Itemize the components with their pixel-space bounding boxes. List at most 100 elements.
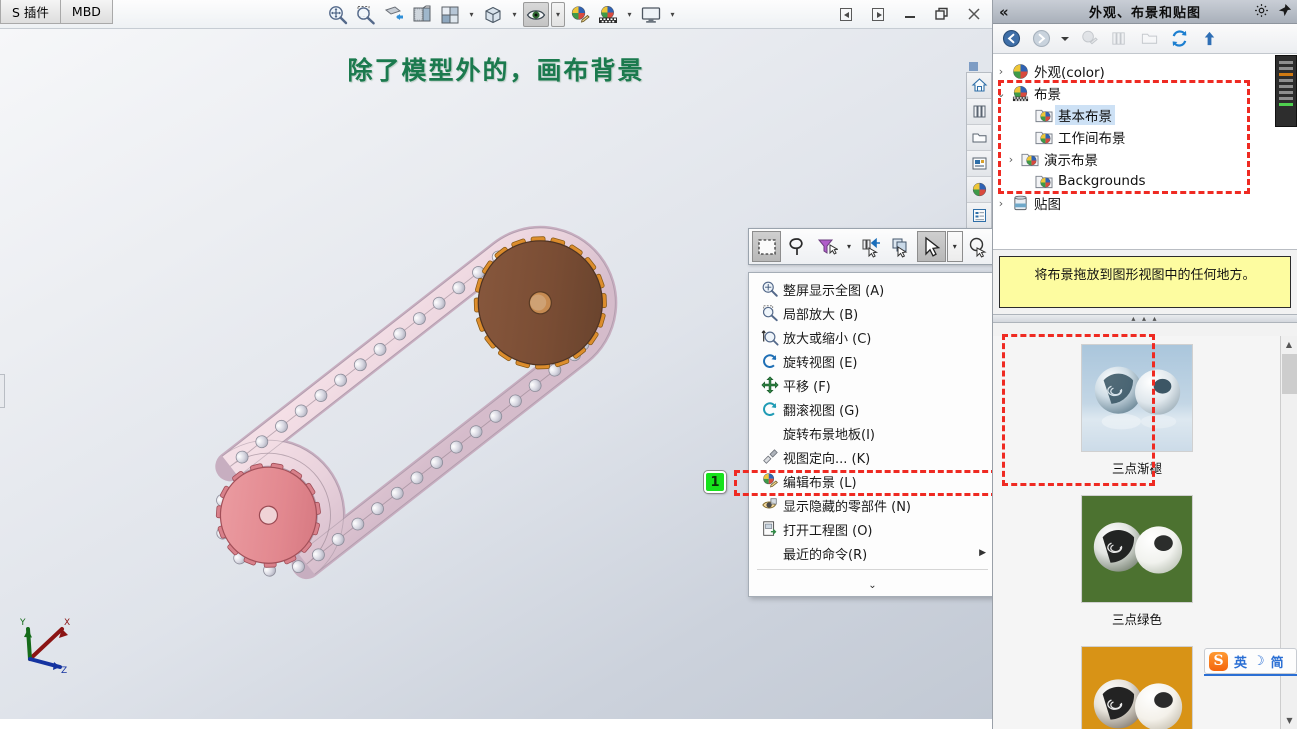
select-arrow-icon[interactable] <box>916 231 946 262</box>
folder-scene-icon <box>1033 129 1055 146</box>
hide-show-items-icon[interactable] <box>523 2 549 27</box>
display-style-dropdown-icon[interactable]: ▾ <box>465 2 478 27</box>
appearances-scenes-icon[interactable] <box>967 177 991 203</box>
folder-scene-icon <box>1033 107 1055 124</box>
edit-appearance-icon[interactable] <box>567 2 593 27</box>
box-selection-icon[interactable] <box>752 231 782 262</box>
ime-toolbar[interactable]: S 英 ☽ 简 <box>1204 648 1297 674</box>
tree-item-label: 演示布景 <box>1044 153 1098 169</box>
library-icon[interactable] <box>1107 27 1131 51</box>
file-explorer-icon[interactable] <box>967 125 991 151</box>
show-hidden-parts-icon <box>757 494 783 516</box>
tree-item-presentation-scenes[interactable]: › 演示布景 <box>993 148 1297 170</box>
zoom-to-area-icon <box>757 302 783 324</box>
magnifying-glass-icon[interactable] <box>964 231 993 262</box>
menu-item-show-hidden-parts[interactable]: 显示隐藏的零部件 (N) <box>749 493 996 517</box>
menu-item-roll-view[interactable]: 翻滚视图 (G) <box>749 397 996 421</box>
menu-item-label: 放大或缩小 (C) <box>783 331 872 347</box>
menu-item-zoom-in-out[interactable]: 放大或缩小 (C) <box>749 325 996 349</box>
up-level-icon[interactable] <box>1197 27 1221 51</box>
tab-plugins[interactable]: S 插件 <box>0 0 61 24</box>
prev-document-button[interactable] <box>836 4 856 24</box>
view-cube-icon[interactable] <box>480 2 506 27</box>
gallery-item-third[interactable] <box>1081 646 1193 729</box>
close-button[interactable] <box>964 4 984 24</box>
tree-item-basic-scenes[interactable]: 基本布景 <box>993 104 1297 126</box>
select-other-icon[interactable] <box>856 231 885 262</box>
expander-icon[interactable]: › <box>993 65 1009 78</box>
select-filter-icon[interactable] <box>813 231 842 262</box>
expander-icon[interactable]: › <box>1003 153 1019 166</box>
view-cube-dropdown-icon[interactable]: ▾ <box>508 2 521 27</box>
scroll-down-icon[interactable]: ▼ <box>1281 712 1297 729</box>
apply-scene-icon[interactable] <box>595 2 621 27</box>
zoom-to-area-icon[interactable] <box>353 2 379 27</box>
history-dropdown-icon[interactable] <box>1059 27 1071 51</box>
gallery-item-three-point-green[interactable]: 三点绿色 <box>1081 495 1193 628</box>
tree-item-scenes[interactable]: ⌄ 布景 <box>993 82 1297 104</box>
menu-item-view-orientation[interactable]: 视图定向... (K) <box>749 445 996 469</box>
back-icon[interactable] <box>999 27 1023 51</box>
select-arrow-dropdown-icon[interactable]: ▾ <box>946 231 963 262</box>
forward-icon[interactable] <box>1029 27 1053 51</box>
menu-item-rotate-scene-floor[interactable]: 旋转布景地板(I) <box>749 421 996 445</box>
context-selection-toolbar: ▾ ▾ <box>748 228 997 265</box>
minimize-button[interactable] <box>900 4 920 24</box>
refresh-icon[interactable] <box>1167 27 1191 51</box>
triad-x-label: X <box>64 618 70 628</box>
tree-item-studio-scenes[interactable]: 工作间布景 <box>993 126 1297 148</box>
viewport-left-edge-tab[interactable] <box>0 374 5 408</box>
view-settings-dropdown-icon[interactable]: ▾ <box>666 2 679 27</box>
no-icon <box>757 542 783 564</box>
menu-item-recent-commands[interactable]: 最近的命令(R) ▶ <box>749 541 996 565</box>
tree-item-appearance[interactable]: › 外观(color) <box>993 60 1297 82</box>
display-style-icon[interactable] <box>437 2 463 27</box>
zoom-to-fit-icon[interactable] <box>325 2 351 27</box>
menu-expand-button[interactable]: ⌄ <box>749 574 996 596</box>
gallery-item-three-point-fade[interactable]: 三点渐褪 <box>1081 344 1193 477</box>
menu-item-zoom-to-fit[interactable]: 整屏显示全图 (A) <box>749 277 996 301</box>
tree-item-label: 基本布景 <box>1055 105 1115 125</box>
section-view-icon[interactable] <box>381 2 407 27</box>
scroll-up-icon[interactable]: ▲ <box>1281 336 1297 353</box>
apply-scene-dropdown-icon[interactable]: ▾ <box>623 2 636 27</box>
menu-item-rotate-view[interactable]: 旋转视图 (E) <box>749 349 996 373</box>
ime-mode-label[interactable]: 英 <box>1234 652 1247 671</box>
pin-icon[interactable] <box>1277 3 1292 21</box>
select-multiple-icon[interactable] <box>886 231 915 262</box>
select-filter-dropdown-icon[interactable]: ▾ <box>843 231 855 262</box>
tree-item-backgrounds[interactable]: Backgrounds <box>993 170 1297 192</box>
hide-show-dropdown-icon[interactable]: ▾ <box>551 2 565 27</box>
folder-icon[interactable] <box>1137 27 1161 51</box>
home-icon[interactable] <box>967 73 991 99</box>
ime-lang-label[interactable]: 简 <box>1271 652 1284 671</box>
moon-icon[interactable]: ☽ <box>1253 654 1265 669</box>
scrollbar-thumb[interactable] <box>1282 354 1297 394</box>
expander-icon[interactable]: › <box>993 197 1009 210</box>
decal-icon <box>1009 195 1031 212</box>
appearance-icon[interactable] <box>1077 27 1101 51</box>
restore-button[interactable] <box>932 4 952 24</box>
menu-item-zoom-to-area[interactable]: 局部放大 (B) <box>749 301 996 325</box>
lasso-selection-icon[interactable] <box>782 231 811 262</box>
zoom-to-fit-icon <box>757 278 783 300</box>
menu-item-label: 局部放大 (B) <box>783 307 859 323</box>
rotate-view-icon <box>757 350 783 372</box>
view-settings-icon[interactable] <box>638 2 664 27</box>
tab-mbd[interactable]: MBD <box>60 0 113 24</box>
view-orientation-icon[interactable] <box>409 2 435 27</box>
tree-item-label: 贴图 <box>1034 197 1061 213</box>
tree-item-decals[interactable]: › 贴图 <box>993 192 1297 214</box>
gear-icon[interactable] <box>1254 3 1269 21</box>
custom-properties-icon[interactable] <box>967 203 991 229</box>
next-document-button[interactable] <box>868 4 888 24</box>
pan-icon <box>757 374 783 396</box>
menu-item-pan[interactable]: 平移 (F) <box>749 373 996 397</box>
expander-icon[interactable]: ⌄ <box>993 87 1009 100</box>
menu-item-edit-scene[interactable]: 编辑布景 (L) <box>749 469 996 493</box>
view-palette-icon[interactable] <box>967 151 991 177</box>
panel-splitter[interactable]: ▴ ▴ ▴ <box>993 314 1297 323</box>
menu-item-label: 显示隐藏的零部件 (N) <box>783 499 912 515</box>
design-library-icon[interactable] <box>967 99 991 125</box>
menu-item-open-drawing[interactable]: 打开工程图 (O) <box>749 517 996 541</box>
